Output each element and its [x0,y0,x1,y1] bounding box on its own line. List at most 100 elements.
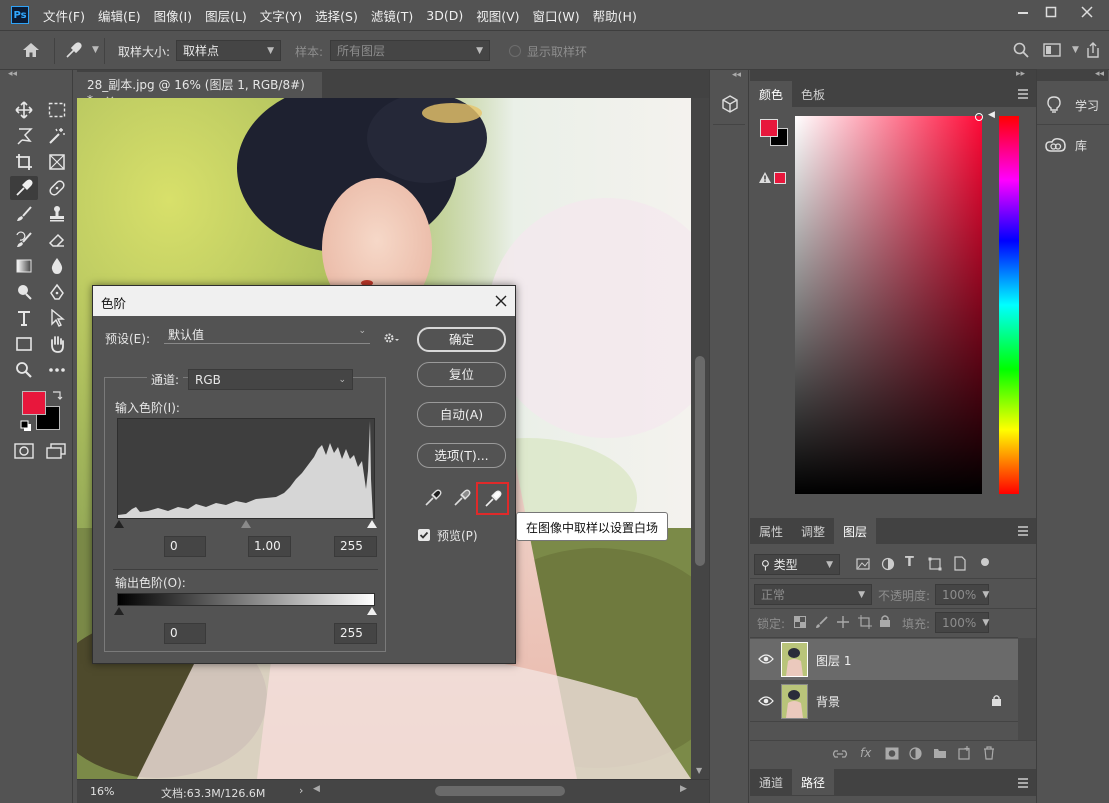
smart-object-filter-icon[interactable] [953,556,967,571]
collapse-arrows-icon[interactable]: ◂◂ [8,69,17,79]
menu-3d[interactable]: 3D(D) [426,8,463,23]
tab-layers[interactable]: 图层 [834,518,877,544]
scrollbar-thumb[interactable] [695,356,705,566]
white-point-eyedropper-button[interactable] [476,482,509,515]
input-white-field[interactable]: 255 [334,536,377,557]
status-menu-arrow-icon[interactable]: › [299,784,303,797]
menu-type[interactable]: 文字(Y) [260,6,302,25]
tab-color[interactable]: 颜色 [750,81,793,107]
layer-row[interactable]: 图层 1 [750,639,1018,680]
show-ring-checkbox[interactable] [509,45,521,57]
default-colors-icon[interactable] [20,420,32,432]
trash-icon[interactable] [983,746,995,760]
frame-tool[interactable] [43,150,71,174]
menu-select[interactable]: 选择(S) [315,6,358,25]
layer-style-icon[interactable]: fx [860,746,871,760]
output-white-field[interactable]: 255 [334,623,377,644]
layer-filter-select[interactable]: ⚲ 类型 ▼ [754,554,840,575]
output-black-slider[interactable] [114,607,124,615]
swap-colors-icon[interactable] [51,389,63,401]
minimize-button[interactable] [1008,0,1038,24]
pen-tool[interactable] [43,280,71,304]
sample-size-select[interactable]: 取样点 ▼ [176,40,281,61]
panel-menu-icon[interactable] [1017,778,1029,788]
eye-icon[interactable] [758,695,774,707]
share-icon[interactable] [1085,41,1101,59]
auto-button[interactable]: 自动(A) [417,402,506,427]
chevron-down-icon[interactable]: ▼ [92,45,99,55]
menu-help[interactable]: 帮助(H) [593,6,637,25]
marquee-tool[interactable] [43,98,71,122]
tab-adjustments[interactable]: 调整 [792,518,834,544]
output-black-field[interactable]: 0 [164,623,206,644]
opacity-input[interactable]: 100% ▼ [935,584,989,605]
link-layers-icon[interactable] [832,748,848,760]
color-field[interactable] [795,113,983,494]
chevron-down-icon[interactable]: ▼ [1072,45,1079,55]
edit-toolbar-button[interactable] [43,358,71,382]
move-tool[interactable] [10,98,38,122]
scroll-down-icon[interactable]: ▼ [696,766,702,775]
path-selection-tool[interactable] [43,306,71,330]
ok-button[interactable]: 确定 [417,327,506,352]
tab-properties[interactable]: 属性 [750,518,792,544]
search-icon[interactable] [1013,42,1029,58]
lock-pixels-icon[interactable] [815,615,829,629]
expand-arrows-icon[interactable]: ▸▸ [1016,69,1025,79]
maximize-button[interactable] [1036,0,1066,24]
rectangle-tool[interactable] [10,332,38,356]
input-gamma-field[interactable]: 1.00 [248,536,291,557]
menu-view[interactable]: 视图(V) [476,6,519,25]
dodge-tool[interactable] [10,280,38,304]
input-white-slider[interactable] [367,520,377,528]
preview-checkbox[interactable] [418,529,430,541]
hue-slider-handle-icon[interactable]: ◀ [988,110,995,120]
blur-tool[interactable] [43,254,71,278]
sample-layers-select[interactable]: 所有图层 ▼ [330,40,490,61]
close-window-button[interactable] [1068,0,1106,24]
zoom-level[interactable]: 16% [90,785,114,798]
collapse-arrows-icon[interactable]: ◂◂ [1037,69,1108,81]
brush-tool[interactable] [10,202,38,226]
gear-icon[interactable] [383,332,399,344]
history-brush-tool[interactable] [10,228,38,252]
3d-cube-icon[interactable] [720,94,740,114]
black-point-eyedropper-icon[interactable] [424,489,442,507]
close-icon[interactable] [495,295,507,307]
new-layer-icon[interactable] [958,746,971,760]
library-button[interactable]: 库 [1037,128,1109,162]
fill-input[interactable]: 100% ▼ [935,612,989,633]
adjustment-filter-icon[interactable] [881,557,895,571]
menu-file[interactable]: 文件(F) [43,6,85,25]
type-filter-icon[interactable]: T [905,555,914,570]
gray-point-eyedropper-icon[interactable] [453,489,471,507]
reset-button[interactable]: 复位 [417,362,506,387]
screen-mode-icon[interactable] [46,443,66,459]
document-tab[interactable]: 28_副本.jpg @ 16% (图层 1, RGB/8#) * × [77,72,322,107]
panel-menu-icon[interactable] [1017,526,1029,536]
tab-swatches[interactable]: 色板 [792,81,834,107]
horizontal-scrollbar-thumb[interactable] [435,786,565,796]
lock-all-icon[interactable] [879,614,891,628]
adjustment-layer-icon[interactable] [909,747,922,760]
hue-slider[interactable] [999,116,1019,494]
output-white-slider[interactable] [367,607,377,615]
layers-scrollbar[interactable] [1018,638,1036,740]
eyedropper-tool-preset-icon[interactable] [64,42,82,60]
clone-stamp-tool[interactable] [43,202,71,226]
gradient-tool[interactable] [10,254,38,278]
lock-artboard-icon[interactable] [858,615,872,629]
menu-edit[interactable]: 编辑(E) [98,6,141,25]
shape-filter-icon[interactable] [928,557,942,571]
eyedropper-tool[interactable] [10,176,38,200]
filter-toggle-icon[interactable] [981,558,989,566]
preset-select[interactable]: 默认值 ⌄ [164,326,370,344]
menu-window[interactable]: 窗口(W) [533,6,580,25]
layer-name[interactable]: 背景 [816,693,840,710]
lasso-tool[interactable] [10,124,38,148]
type-tool[interactable] [10,306,38,330]
input-gamma-slider[interactable] [241,520,251,528]
zoom-tool[interactable] [10,358,38,382]
foreground-color-swatch-front[interactable] [22,391,46,415]
panel-foreground-color[interactable] [760,119,778,137]
